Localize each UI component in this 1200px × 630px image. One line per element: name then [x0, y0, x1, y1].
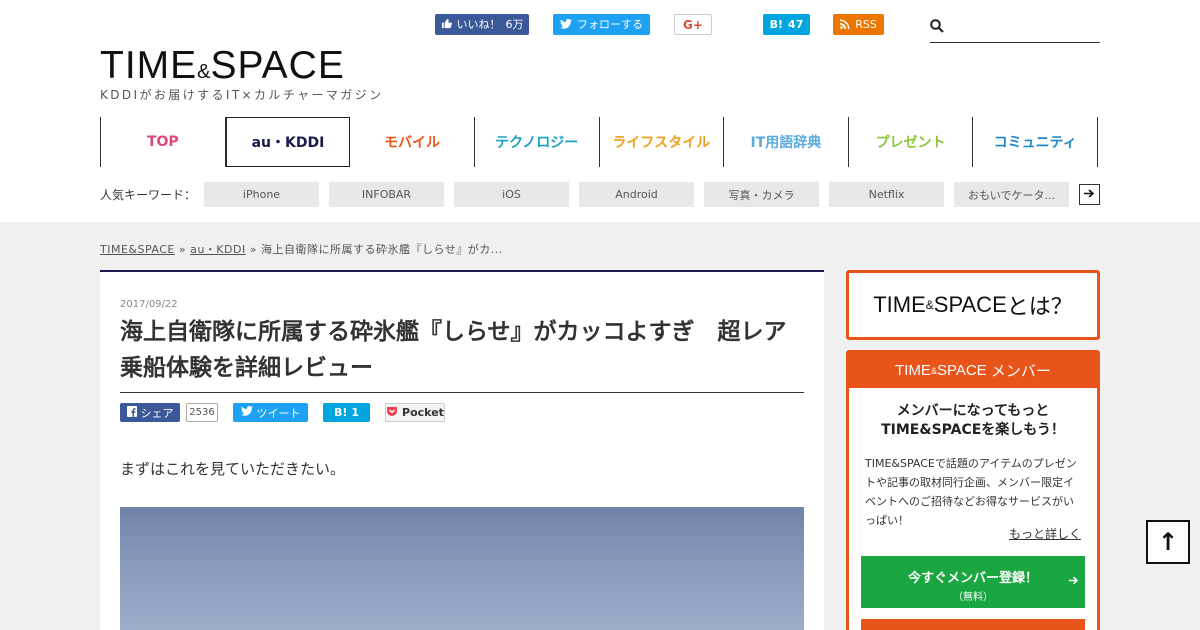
hatena-bookmark-button[interactable]: B! 47 [763, 14, 810, 35]
google-plus-button[interactable]: G+ [674, 14, 712, 35]
keywords-next-button[interactable] [1079, 184, 1100, 205]
like-count: 6万 [505, 18, 524, 31]
twitter-bird-icon [240, 406, 253, 419]
keyword-tag[interactable]: iOS [454, 182, 569, 207]
hatena-share-button[interactable]: B! 1 [323, 403, 370, 422]
breadcrumb-category[interactable]: au・KDDI [190, 243, 246, 256]
search-icon[interactable] [930, 18, 944, 33]
logo-space: SPACE [210, 44, 345, 87]
hatena-icon: B! [769, 18, 784, 31]
nav-item-lifestyle[interactable]: ライフスタイル [600, 117, 725, 167]
nav-item-technology[interactable]: テクノロジー [475, 117, 600, 167]
logo-amp: & [197, 61, 211, 83]
keyword-tag[interactable]: INFOBAR [329, 182, 444, 207]
breadcrumb-current: 海上自衛隊に所属する砕氷艦『しらせ』がカ... [260, 243, 503, 256]
member-lead: メンバーになってもっと TIME&SPACEを楽しもう！ [849, 402, 1097, 440]
facebook-share-button[interactable]: シェア [120, 403, 180, 422]
keyword-tag[interactable]: iPhone [204, 182, 319, 207]
member-box: TIME & SPACE メンバー メンバーになってもっと TIME&SPACEを楽… [846, 350, 1100, 630]
keyword-tag[interactable]: Android [579, 182, 694, 207]
site-tagline: KDDIがお届けするIT×カルチャーマガジン [100, 88, 384, 102]
hatena-count: 47 [788, 18, 804, 31]
nav-label: テクノロジー [495, 135, 579, 151]
facebook-share-count: 2536 [186, 403, 218, 422]
article-hero-image [120, 507, 804, 630]
tweet-label: ツイート [256, 406, 301, 420]
about-amp: & [925, 298, 934, 312]
twitter-follow-button[interactable]: フォローする [553, 14, 650, 35]
member-box-header: TIME & SPACE メンバー [849, 353, 1097, 388]
signup-label: 今すぐメンバー登録！ [907, 571, 1038, 586]
google-plus-icon: G+ [683, 17, 703, 32]
member-head-time: TIME [895, 362, 931, 379]
breadcrumb: TIME&SPACE » au・KDDI » 海上自衛隊に所属する砕氷艦『しらせ… [100, 241, 503, 257]
twitter-tweet-button[interactable]: ツイート [233, 403, 308, 422]
member-head-suffix: メンバー [990, 363, 1051, 380]
nav-item-community[interactable]: コミュニティ [973, 117, 1098, 167]
keyword-tag[interactable]: おもいでケータ... [954, 182, 1069, 207]
member-lead-line: メンバーになってもっと [896, 403, 1050, 419]
nav-item-present[interactable]: プレゼント [849, 117, 974, 167]
keyword-tag[interactable]: Netflix [829, 182, 944, 207]
logo-time: TIME [100, 44, 198, 87]
pocket-button[interactable]: Pocket [385, 403, 445, 422]
site-header: いいね！ 6万 フォローする G+ B! 47 RSS TIME&SPACE K… [0, 0, 1200, 222]
site-logo[interactable]: TIME&SPACE [100, 46, 345, 86]
global-nav: TOP au・KDDI モバイル テクノロジー ライフスタイル IT用語辞典 プ… [100, 117, 1098, 167]
article-title: 海上自衛隊に所属する砕氷艦『しらせ』がカッコよすぎ 超レア乗船体験を詳細レビュー [120, 314, 804, 393]
rss-icon [840, 19, 850, 31]
twitter-bird-icon [560, 18, 572, 31]
breadcrumb-separator: » [249, 243, 257, 256]
nav-item-top[interactable]: TOP [101, 117, 226, 167]
follow-label: フォローする [577, 18, 643, 31]
share-label: シェア [140, 406, 174, 420]
member-signup-button[interactable]: 今すぐメンバー登録！ （無料） [861, 556, 1085, 608]
article-date: 2017/09/22 [120, 299, 178, 310]
rss-button[interactable]: RSS [833, 14, 884, 35]
about-time: TIME [873, 292, 926, 317]
breadcrumb-separator: » [178, 243, 187, 256]
keyword-tag[interactable]: 写真・カメラ [704, 182, 819, 207]
nav-label: TOP [146, 134, 179, 150]
article-lead: まずはこれを見ていただきたい。 [120, 460, 346, 478]
search-input[interactable] [950, 17, 1098, 39]
breadcrumb-home[interactable]: TIME&SPACE [100, 243, 175, 256]
member-lead-line: TIME&SPACEを楽しもう！ [881, 422, 1065, 438]
back-to-top-button[interactable]: ↑ [1146, 520, 1190, 564]
about-suffix: とは？ [1006, 294, 1073, 319]
pocket-label: Pocket [402, 406, 444, 419]
nav-label: au・KDDI [251, 135, 325, 151]
nav-label: コミュニティ [993, 135, 1077, 151]
nav-item-au-kddi[interactable]: au・KDDI [225, 117, 351, 167]
thumbs-up-icon [441, 18, 452, 31]
popular-keywords: 人気キーワード： iPhone INFOBAR iOS Android 写真・カ… [100, 182, 1100, 207]
nav-label: IT用語辞典 [750, 135, 822, 151]
arrow-right-icon [1084, 188, 1095, 201]
arrow-right-icon [1069, 574, 1079, 588]
search-box [930, 14, 1100, 43]
nav-label: モバイル [384, 135, 441, 151]
about-banner[interactable]: TIME & SPACE とは？ [846, 270, 1100, 340]
hatena-count: 1 [351, 406, 360, 419]
arrow-up-icon: ↑ [1157, 528, 1179, 556]
member-login-button[interactable] [861, 619, 1085, 630]
nav-item-mobile[interactable]: モバイル [350, 117, 475, 167]
like-label: いいね！ [456, 18, 501, 31]
rss-label: RSS [855, 18, 877, 31]
nav-label: ライフスタイル [612, 135, 711, 151]
member-description: TIME&SPACEで話題のアイテムのプレゼントや記事の取材同行企画、メンバー限… [865, 457, 1077, 527]
article: 2017/09/22 海上自衛隊に所属する砕氷艦『しらせ』がカッコよすぎ 超レア… [100, 270, 824, 630]
signup-sublabel: （無料） [953, 592, 993, 603]
member-more-link[interactable]: もっと詳しく [1009, 525, 1081, 542]
keywords-label: 人気キーワード： [100, 188, 197, 202]
facebook-icon [126, 405, 137, 420]
member-head-space: SPACE [936, 362, 987, 379]
about-space: SPACE [933, 292, 1007, 317]
nav-item-it-glossary[interactable]: IT用語辞典 [724, 117, 849, 167]
nav-label: プレゼント [875, 135, 946, 151]
hatena-icon: B! [333, 406, 348, 419]
facebook-like-button[interactable]: いいね！ 6万 [435, 14, 529, 35]
pocket-icon [386, 406, 398, 420]
